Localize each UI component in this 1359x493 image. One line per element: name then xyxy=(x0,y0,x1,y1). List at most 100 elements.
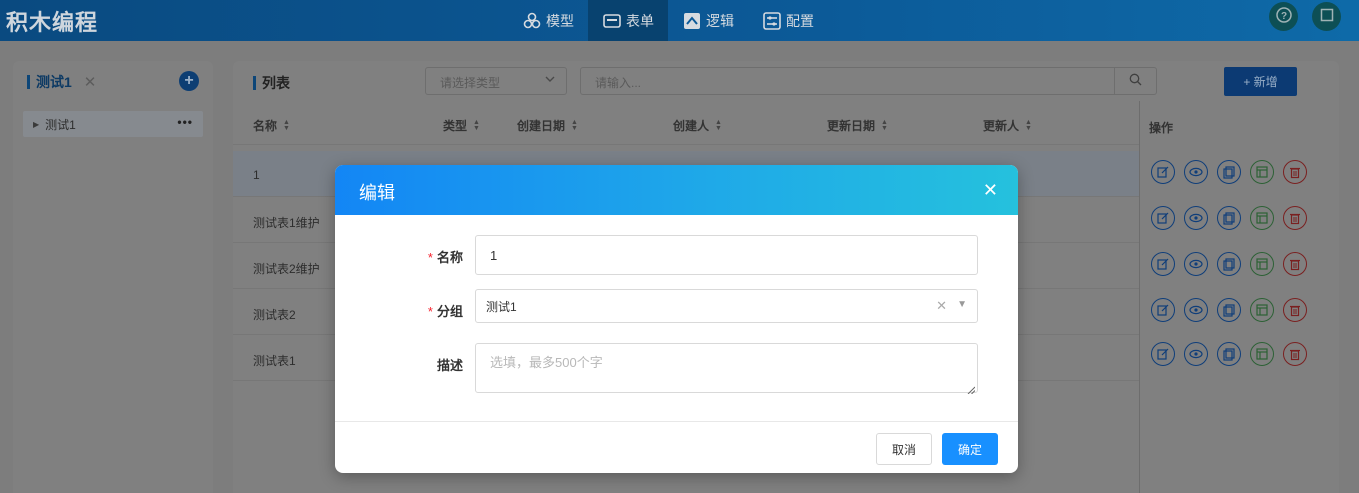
name-value: 1 xyxy=(490,248,498,263)
sort-icon[interactable]: ▲ ▼ xyxy=(1025,119,1032,132)
tree-item-label: 测试1 xyxy=(45,117,76,132)
view-icon[interactable] xyxy=(1184,252,1208,276)
dialog-footer: 取消 确定 xyxy=(335,421,1018,473)
nav-label: 模型 xyxy=(546,12,574,29)
row-actions xyxy=(1151,252,1307,276)
sort-icon[interactable]: ▲ ▼ xyxy=(283,119,290,132)
search-placeholder: 请输入... xyxy=(595,76,642,90)
layout-icon[interactable] xyxy=(1250,160,1274,184)
column-label: 创建日期 xyxy=(517,119,566,133)
copy-icon[interactable] xyxy=(1217,298,1241,322)
copy-icon[interactable] xyxy=(1217,252,1241,276)
group-label-text: 分组 xyxy=(436,304,463,319)
delete-icon[interactable] xyxy=(1283,206,1307,230)
row-actions xyxy=(1151,342,1307,366)
search-button[interactable] xyxy=(1114,68,1156,94)
row-name: 测试表1 xyxy=(253,354,296,368)
nav-item-config[interactable]: 配置 xyxy=(748,0,828,41)
copy-icon[interactable] xyxy=(1217,342,1241,366)
edit-icon[interactable] xyxy=(1151,206,1175,230)
confirm-button[interactable]: 确定 xyxy=(942,433,998,465)
edit-icon[interactable] xyxy=(1151,298,1175,322)
add-group-button[interactable]: + xyxy=(179,71,199,91)
sort-icon[interactable]: ▲ ▼ xyxy=(473,119,480,132)
square-icon xyxy=(1320,8,1334,25)
help-button[interactable]: ? xyxy=(1269,2,1298,31)
delete-icon[interactable] xyxy=(1283,252,1307,276)
view-icon[interactable] xyxy=(1184,342,1208,366)
column-header-created-date[interactable]: 创建日期 ▲ ▼ xyxy=(517,117,578,134)
group-panel: 测试1 ✕ + ▶ 测试1 ••• xyxy=(13,61,213,493)
layout-icon[interactable] xyxy=(1250,342,1274,366)
name-label-text: 名称 xyxy=(436,250,463,265)
clear-icon[interactable]: ✕ xyxy=(936,298,947,314)
column-header-updated-date[interactable]: 更新日期 ▲ ▼ xyxy=(827,117,888,134)
sort-icon[interactable]: ▲ ▼ xyxy=(881,119,888,132)
desc-label-text: 描述 xyxy=(436,358,463,373)
tree-item[interactable]: ▶ 测试1 ••• xyxy=(23,111,203,137)
chevron-down-icon xyxy=(544,73,556,88)
delete-icon[interactable] xyxy=(1283,160,1307,184)
logic-icon xyxy=(682,12,702,30)
main-nav: 模型 表单 逻辑 配置 xyxy=(508,0,828,41)
group-tab[interactable]: 测试1 ✕ + xyxy=(27,71,199,93)
group-value: 测试1 xyxy=(486,300,517,314)
view-icon[interactable] xyxy=(1184,298,1208,322)
nav-item-logic[interactable]: 逻辑 xyxy=(668,0,748,41)
column-label: 更新日期 xyxy=(827,119,876,133)
type-select[interactable]: 请选择类型 xyxy=(425,67,567,95)
layout-icon[interactable] xyxy=(1250,298,1274,322)
edit-icon[interactable] xyxy=(1151,252,1175,276)
column-header-creator[interactable]: 创建人 ▲ ▼ xyxy=(673,117,722,134)
row-actions xyxy=(1151,160,1307,184)
search-input[interactable]: 请输入... xyxy=(580,67,1157,95)
help-icon: ? xyxy=(1275,7,1292,26)
caret-down-icon[interactable]: ▼ xyxy=(957,299,967,310)
row-actions xyxy=(1151,298,1307,322)
delete-icon[interactable] xyxy=(1283,342,1307,366)
edit-dialog: 编辑 ✕ * 名称 1 * 分组 测试1 ✕ ▼ 描述 选填，最多500个字 取消 … xyxy=(335,165,1018,473)
caret-right-icon[interactable]: ▶ xyxy=(33,120,39,129)
add-button[interactable]: + 新增 xyxy=(1224,67,1297,96)
group-select[interactable]: 测试1 ✕ ▼ xyxy=(475,289,978,323)
edit-icon[interactable] xyxy=(1151,342,1175,366)
resize-handle-icon[interactable] xyxy=(967,382,976,395)
row-name: 1 xyxy=(253,168,260,182)
column-label: 类型 xyxy=(443,119,468,133)
list-title-text: 列表 xyxy=(262,75,290,91)
copy-icon[interactable] xyxy=(1217,160,1241,184)
edit-icon[interactable] xyxy=(1151,160,1175,184)
cancel-button[interactable]: 取消 xyxy=(876,433,932,465)
column-label: 创建人 xyxy=(673,119,710,133)
nav-label: 逻辑 xyxy=(706,12,734,29)
sort-icon[interactable]: ▲ ▼ xyxy=(715,119,722,132)
close-icon[interactable]: ✕ xyxy=(84,73,97,91)
top-right-actions: ? xyxy=(1269,2,1341,31)
top-bar: 积木编程 模型 表单 逻辑 配置 ? xyxy=(0,0,1359,41)
name-field[interactable]: 1 xyxy=(475,235,978,275)
description-textarea[interactable]: 选填，最多500个字 xyxy=(475,343,978,395)
search-icon xyxy=(1129,73,1142,89)
layout-icon[interactable] xyxy=(1250,206,1274,230)
layout-icon[interactable] xyxy=(1250,252,1274,276)
group-label: * 分组 xyxy=(335,301,463,320)
view-icon[interactable] xyxy=(1184,206,1208,230)
close-icon[interactable]: ✕ xyxy=(983,181,998,199)
title-marker xyxy=(27,75,30,89)
form-icon xyxy=(602,12,622,30)
sort-icon[interactable]: ▲ ▼ xyxy=(571,119,578,132)
more-icon[interactable]: ••• xyxy=(177,115,193,129)
nav-label: 表单 xyxy=(626,12,654,29)
delete-icon[interactable] xyxy=(1283,298,1307,322)
type-select-placeholder: 请选择类型 xyxy=(440,76,501,90)
fullscreen-button[interactable] xyxy=(1312,2,1341,31)
column-header-name[interactable]: 名称 ▲ ▼ xyxy=(253,117,290,134)
list-title: 列表 xyxy=(253,73,290,93)
copy-icon[interactable] xyxy=(1217,206,1241,230)
view-icon[interactable] xyxy=(1184,160,1208,184)
column-header-updater[interactable]: 更新人 ▲ ▼ xyxy=(983,117,1032,134)
nav-item-form[interactable]: 表单 xyxy=(588,0,668,41)
column-header-type[interactable]: 类型 ▲ ▼ xyxy=(443,117,480,134)
required-mark: * xyxy=(427,304,433,319)
nav-item-model[interactable]: 模型 xyxy=(508,0,588,41)
